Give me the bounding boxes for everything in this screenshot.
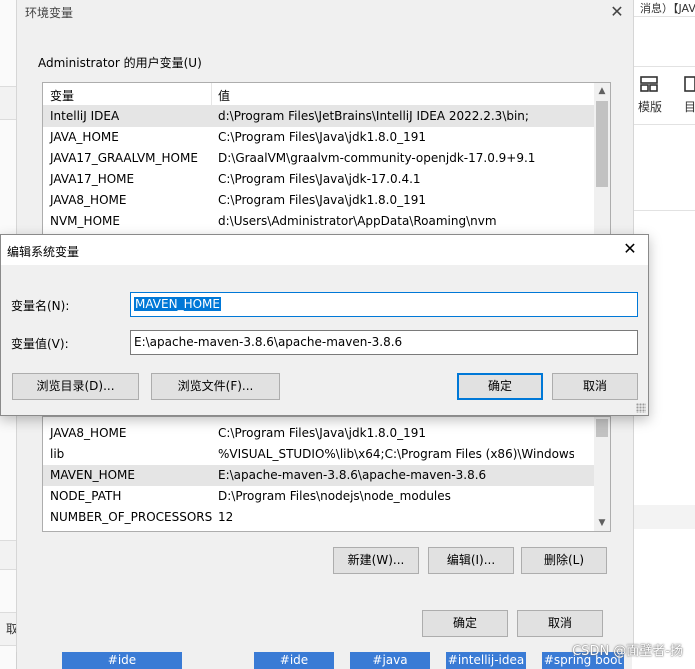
- variable-value: 12: [218, 510, 234, 524]
- background-header-text: 消息）【JAVA: [640, 2, 695, 14]
- variable-value: d:\Users\Administrator\AppData\Roaming\n…: [218, 214, 497, 228]
- scroll-up-icon[interactable]: ▲: [594, 83, 610, 99]
- column-header-name[interactable]: 变量: [50, 87, 74, 104]
- variable-name: NUMBER_OF_PROCESSORS: [50, 510, 213, 524]
- background-left-strip: [0, 540, 16, 570]
- variable-name-input[interactable]: MAVEN_HOME: [130, 292, 638, 317]
- variable-value: C:\Program Files\Java\jdk1.8.0_191: [218, 426, 427, 440]
- browse-directory-button[interactable]: 浏览目录(D)...: [12, 373, 139, 400]
- browse-file-button[interactable]: 浏览文件(F)...: [151, 373, 280, 400]
- user-variables-label: Administrator 的用户变量(U): [38, 56, 202, 70]
- table-row[interactable]: NUMBER_OF_PROCESSORS 12: [43, 507, 594, 528]
- resize-grip[interactable]: [636, 403, 646, 413]
- variable-value: C:\Program Files\Java\jdk1.8.0_191: [218, 193, 427, 207]
- toolbar-label-template[interactable]: 模版: [638, 98, 662, 115]
- table-row[interactable]: NVM_HOME d:\Users\Administrator\AppData\…: [43, 211, 594, 232]
- variable-name: IntelliJ IDEA: [50, 109, 120, 123]
- edit-variable-button[interactable]: 编辑(I)...: [428, 547, 514, 574]
- dialog-titlebar[interactable]: 编辑系统变量 ✕: [1, 235, 648, 265]
- list-icon[interactable]: [684, 76, 695, 96]
- variable-value: E:\apache-maven-3.8.6\apache-maven-3.8.6: [218, 468, 487, 482]
- scroll-thumb[interactable]: [596, 101, 608, 187]
- variable-value-label: 变量值(V):: [11, 337, 69, 351]
- variable-name-label: 变量名(N):: [11, 299, 70, 313]
- column-header-value[interactable]: 值: [218, 87, 230, 104]
- tag-ide[interactable]: #ide: [62, 652, 182, 669]
- table-row[interactable]: JAVA17_HOME C:\Program Files\Java\jdk-17…: [43, 169, 594, 190]
- close-icon[interactable]: ✕: [620, 239, 640, 258]
- table-row[interactable]: NODE_PATH D:\Program Files\nodejs\node_m…: [43, 486, 594, 507]
- tag-java[interactable]: #java: [350, 652, 430, 669]
- edit-system-variable-dialog: 编辑系统变量 ✕ 变量名(N): MAVEN_HOME 变量值(V): E:\a…: [0, 234, 649, 416]
- variable-value-text: E:\apache-maven-3.8.6\apache-maven-3.8.6: [134, 335, 403, 349]
- system-variables-list[interactable]: JAVA8_HOME C:\Program Files\Java\jdk1.8.…: [42, 416, 611, 532]
- variable-value-input[interactable]: E:\apache-maven-3.8.6\apache-maven-3.8.6: [130, 330, 638, 355]
- variable-name-text: MAVEN_HOME: [134, 297, 221, 311]
- variable-value: C:\Program Files\Java\jdk-17.0.4.1: [218, 172, 421, 186]
- user-variables-list[interactable]: 变量 值 IntelliJ IDEA d:\Program Files\JetB…: [42, 82, 611, 236]
- background-divider: [632, 16, 695, 17]
- table-row[interactable]: JAVA8_HOME C:\Program Files\Java\jdk1.8.…: [43, 423, 594, 444]
- vertical-scrollbar[interactable]: ▲: [594, 83, 610, 235]
- dialog-title: 编辑系统变量: [7, 245, 80, 259]
- variable-value: C:\Program Files\Java\jdk1.8.0_191: [218, 130, 427, 144]
- window-title: 环境变量: [25, 6, 74, 20]
- variable-name: JAVA8_HOME: [50, 193, 127, 207]
- variable-value: %VISUAL_STUDIO%\lib\x64;C:\Program Files…: [218, 447, 574, 461]
- variable-name: JAVA17_HOME: [50, 172, 135, 186]
- variable-name: JAVA8_HOME: [50, 426, 127, 440]
- variable-name: MAVEN_HOME: [50, 468, 135, 482]
- layout-template-icon[interactable]: [640, 76, 658, 96]
- variable-name: NODE_PATH: [50, 489, 122, 503]
- ok-button[interactable]: 确定: [422, 610, 508, 637]
- table-row[interactable]: IntelliJ IDEA d:\Program Files\JetBrains…: [43, 106, 594, 127]
- variable-name: JAVA17_GRAALVM_HOME: [50, 151, 198, 165]
- table-row[interactable]: JAVA8_HOME C:\Program Files\Java\jdk1.8.…: [43, 190, 594, 211]
- variable-name: JAVA_HOME: [50, 130, 119, 144]
- tag-ide[interactable]: #ide: [254, 652, 334, 669]
- scroll-down-icon[interactable]: ▼: [594, 515, 610, 531]
- background-divider: [632, 124, 695, 125]
- table-row[interactable]: JAVA17_GRAALVM_HOME D:\GraalVM\graalvm-c…: [43, 148, 594, 169]
- background-left-strip: [0, 86, 16, 120]
- watermark: CSDN @面壁者-扬: [572, 644, 683, 659]
- table-row[interactable]: MAVEN_HOME E:\apache-maven-3.8.6\apache-…: [43, 465, 594, 486]
- table-row[interactable]: lib %VISUAL_STUDIO%\lib\x64;C:\Program F…: [43, 444, 594, 465]
- close-icon[interactable]: ✕: [607, 2, 627, 21]
- background-divider: [632, 66, 695, 67]
- scroll-thumb[interactable]: [596, 419, 608, 437]
- vertical-scrollbar[interactable]: ▼: [594, 417, 610, 531]
- table-row[interactable]: JAVA_HOME C:\Program Files\Java\jdk1.8.0…: [43, 127, 594, 148]
- toolbar-label-directory[interactable]: 目: [684, 98, 695, 115]
- cancel-button[interactable]: 取消: [517, 610, 603, 637]
- background-panel: [632, 505, 695, 529]
- variable-value: d:\Program Files\JetBrains\IntelliJ IDEA…: [218, 109, 529, 123]
- cancel-button[interactable]: 取消: [552, 373, 638, 400]
- variable-value: D:\Program Files\nodejs\node_modules: [218, 489, 451, 503]
- delete-variable-button[interactable]: 删除(L): [521, 547, 607, 574]
- column-divider[interactable]: [211, 83, 212, 105]
- new-variable-button[interactable]: 新建(W)...: [333, 547, 419, 574]
- list-header: 变量 值: [43, 83, 594, 106]
- variable-name: lib: [50, 447, 65, 461]
- variable-value: D:\GraalVM\graalvm-community-openjdk-17.…: [218, 151, 536, 165]
- background-divider: [632, 210, 695, 211]
- tag-intellij-idea[interactable]: #intellij-idea: [446, 652, 526, 669]
- variable-name: NVM_HOME: [50, 214, 120, 228]
- ok-button[interactable]: 确定: [457, 373, 543, 400]
